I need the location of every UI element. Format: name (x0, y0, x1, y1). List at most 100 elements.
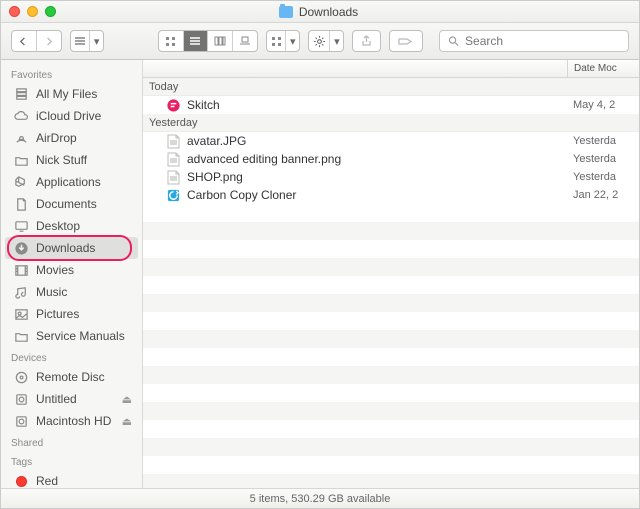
file-list[interactable]: TodaySkitchMay 4, 2Yesterdayavatar.JPGYe… (143, 78, 639, 488)
file-row[interactable]: avatar.JPGYesterda (143, 132, 639, 150)
icon-view-button[interactable] (159, 31, 184, 51)
zoom-button[interactable] (45, 6, 56, 17)
arrange-dropdown[interactable]: ▾ (266, 30, 300, 52)
eject-icon[interactable]: ⏏ (122, 415, 132, 428)
disk-icon (13, 413, 29, 429)
sidebar-item-label: Remote Disc (36, 370, 132, 384)
sidebar-item-desktop[interactable]: Desktop (1, 215, 142, 237)
sidebar-item-label: iCloud Drive (36, 109, 132, 123)
chevron-down-icon: ▾ (330, 31, 343, 51)
sidebar-item-label: Red (36, 474, 132, 488)
column-view-button[interactable] (208, 31, 233, 51)
sidebar-section-header: Shared (1, 432, 142, 451)
sidebar-item-label: Nick Stuff (36, 153, 132, 167)
sidebar-item-music[interactable]: Music (1, 281, 142, 303)
sidebar-item-label: Music (36, 285, 132, 299)
path-dropdown[interactable]: ▾ (70, 30, 104, 52)
search-input[interactable] (465, 34, 620, 48)
window-controls (9, 6, 56, 17)
back-button[interactable] (12, 31, 37, 51)
tag-color-icon (13, 473, 29, 488)
sidebar-item-airdrop[interactable]: AirDrop (1, 127, 142, 149)
sidebar-item-remote-disc[interactable]: Remote Disc (1, 366, 142, 388)
forward-button[interactable] (37, 31, 62, 51)
sidebar-item-red[interactable]: Red (1, 470, 142, 488)
png-file-icon (165, 169, 181, 185)
sidebar-section-header: Tags (1, 451, 142, 470)
sidebar-item-untitled[interactable]: Untitled ⏏ (1, 388, 142, 410)
share-button[interactable] (352, 30, 380, 52)
sidebar-item-label: All My Files (36, 87, 132, 101)
sidebar-item-macintosh-hd[interactable]: Macintosh HD⏏ (1, 410, 142, 432)
chevron-left-icon (19, 37, 28, 46)
png-file-icon (165, 151, 181, 167)
tag-icon (398, 36, 414, 47)
nav-back-forward (11, 30, 62, 52)
sidebar-item-applications[interactable]: Applications (1, 171, 142, 193)
movies-icon (13, 262, 29, 278)
file-name: Carbon Copy Cloner (187, 188, 567, 202)
grid-small-icon (271, 36, 282, 47)
file-date: Yesterda (567, 171, 639, 183)
sidebar-section-header: Favorites (1, 64, 142, 83)
window-title: Downloads (56, 5, 581, 19)
sidebar-item-label: Untitled (36, 392, 115, 406)
documents-icon (13, 196, 29, 212)
sidebar-item-all-my-files[interactable]: All My Files (1, 83, 142, 105)
search-field[interactable] (439, 30, 629, 52)
search-icon (448, 35, 459, 47)
file-date: May 4, 2 (567, 99, 639, 111)
sidebar-item-label: Applications (36, 175, 132, 189)
sidebar-item-pictures[interactable]: Pictures (1, 303, 142, 325)
airdrop-icon (13, 130, 29, 146)
group-header: Yesterday (143, 114, 639, 132)
file-date: Yesterda (567, 135, 639, 147)
sidebar-item-nick-stuff[interactable]: Nick Stuff (1, 149, 142, 171)
action-dropdown[interactable]: ▾ (308, 30, 344, 52)
sidebar: Favorites All My Files iCloud Drive AirDrop… (1, 60, 143, 488)
remote-disc-icon (13, 369, 29, 385)
titlebar: Downloads (1, 1, 639, 23)
list-view-button[interactable] (184, 31, 209, 51)
file-row[interactable]: advanced editing banner.pngYesterda (143, 150, 639, 168)
icloud-drive-icon (13, 108, 29, 124)
coverflow-view-button[interactable] (233, 31, 258, 51)
columns-icon (214, 36, 226, 46)
gear-icon (313, 35, 326, 48)
sidebar-item-label: Movies (36, 263, 132, 277)
grid-icon (165, 36, 176, 47)
coverflow-icon (239, 36, 251, 46)
tags-button[interactable] (389, 30, 423, 52)
toolbar: ▾ ▾ ▾ (1, 23, 639, 60)
music-icon (13, 284, 29, 300)
sidebar-item-downloads[interactable]: Downloads (5, 237, 138, 259)
sidebar-item-label: Documents (36, 197, 132, 211)
file-row[interactable]: SHOP.pngYesterda (143, 168, 639, 186)
file-list-pane: Date Moc TodaySkitchMay 4, 2Yesterdayava… (143, 60, 639, 488)
minimize-button[interactable] (27, 6, 38, 17)
applications-icon (13, 174, 29, 190)
file-row[interactable]: SkitchMay 4, 2 (143, 96, 639, 114)
file-date: Jan 22, 2 (567, 189, 639, 201)
list-lines-icon (74, 36, 86, 46)
skitch-app-icon (165, 97, 181, 113)
list-icon (189, 36, 201, 46)
disk-icon (13, 391, 29, 407)
folder-icon (13, 152, 29, 168)
close-button[interactable] (9, 6, 20, 17)
desktop-icon (13, 218, 29, 234)
sidebar-item-label: Service Manuals (36, 329, 132, 343)
sidebar-item-label: Pictures (36, 307, 132, 321)
sidebar-item-icloud-drive[interactable]: iCloud Drive (1, 105, 142, 127)
sidebar-item-service-manuals[interactable]: Service Manuals (1, 325, 142, 347)
file-row[interactable]: Carbon Copy ClonerJan 22, 2 (143, 186, 639, 204)
sidebar-item-documents[interactable]: Documents (1, 193, 142, 215)
sidebar-section-header: Devices (1, 347, 142, 366)
eject-icon[interactable]: ⏏ (122, 393, 132, 406)
folder-icon (279, 6, 293, 18)
column-date-modified[interactable]: Date Moc (567, 60, 639, 77)
chevron-right-icon (44, 37, 53, 46)
sidebar-item-movies[interactable]: Movies (1, 259, 142, 281)
sidebar-item-label: Desktop (36, 219, 132, 233)
group-header: Today (143, 78, 639, 96)
